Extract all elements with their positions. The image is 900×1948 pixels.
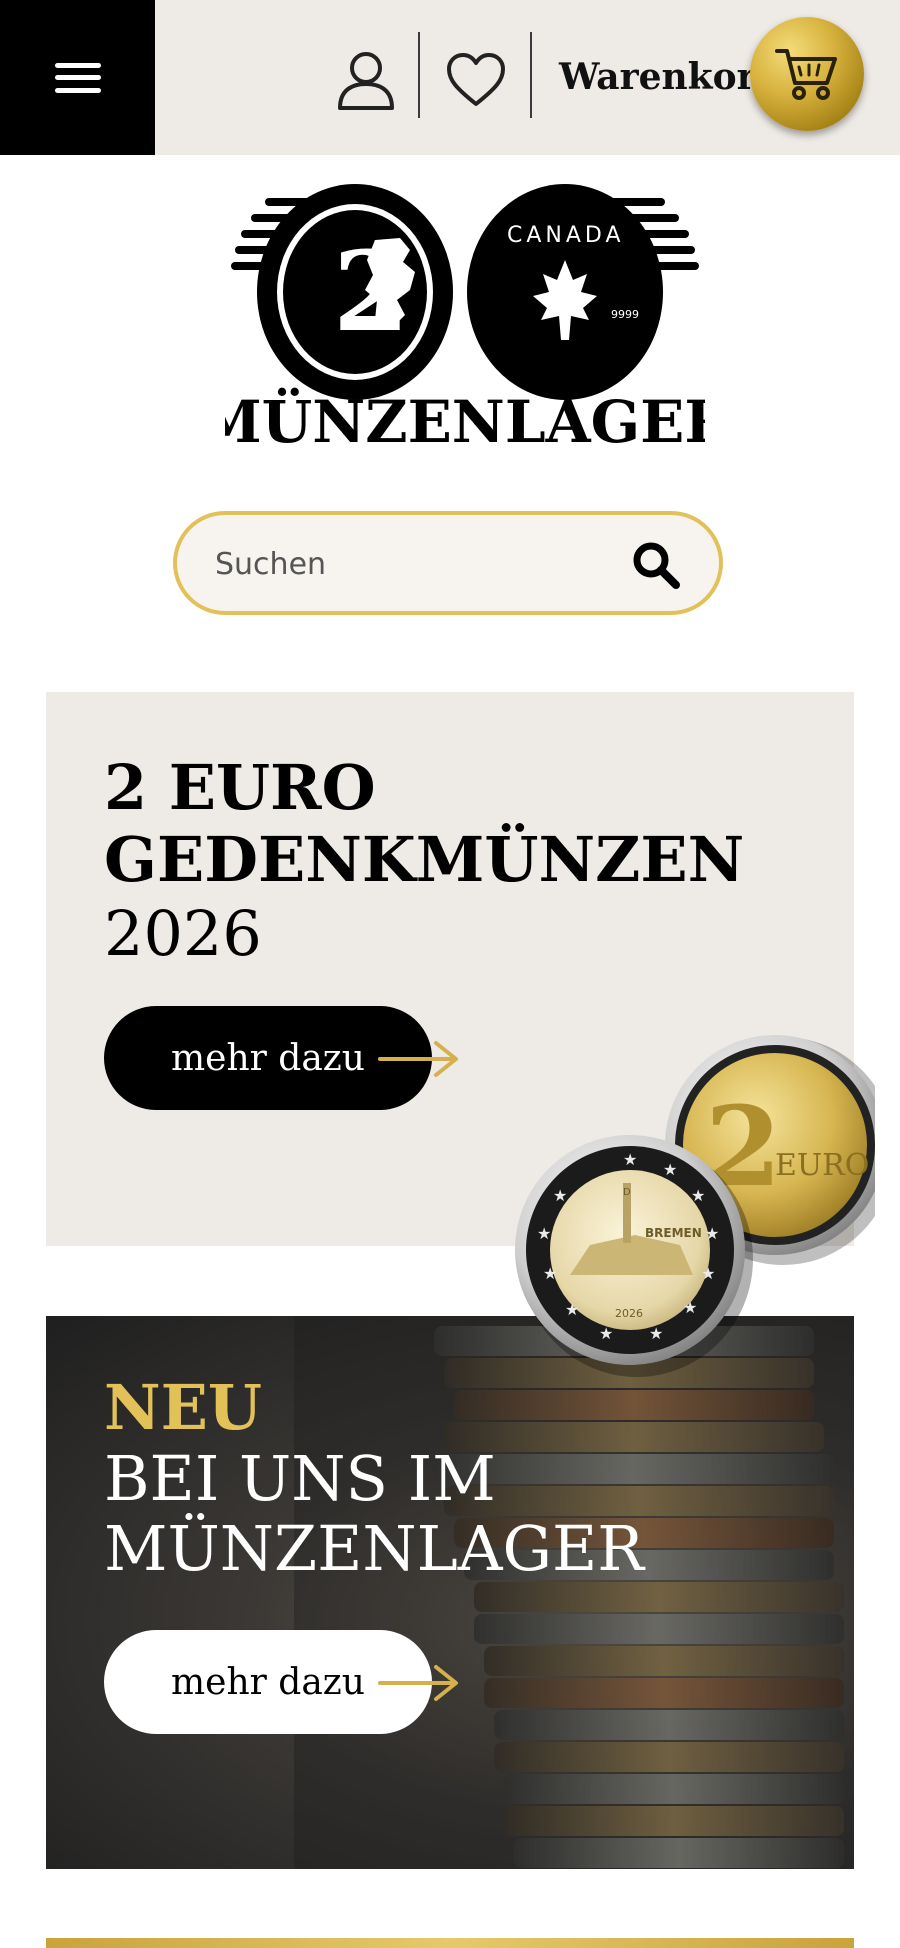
heart-icon[interactable] xyxy=(446,52,506,108)
site-header: Warenkorb xyxy=(0,0,900,155)
banner2-kicker: NEU xyxy=(104,1371,262,1444)
svg-text:★: ★ xyxy=(705,1224,719,1243)
svg-text:★: ★ xyxy=(565,1300,579,1319)
svg-text:★: ★ xyxy=(663,1160,677,1179)
arrow-right-icon xyxy=(378,1041,458,1077)
commemorative-coins-image: 2 EURO BREMEN 2026 D ★★★ ★★★ ★★★ ★★★ xyxy=(515,1035,875,1377)
cart-button[interactable] xyxy=(750,17,864,131)
svg-text:CANADA: CANADA xyxy=(507,223,625,248)
logo-right-coin xyxy=(467,184,699,400)
header-divider xyxy=(530,32,532,118)
banner1-title: 2 EURO GEDENKMÜNZEN xyxy=(104,751,745,896)
cart-icon xyxy=(775,49,837,100)
svg-text:★: ★ xyxy=(623,1150,637,1169)
cart-label[interactable]: Warenkorb xyxy=(559,52,781,102)
svg-text:BREMEN: BREMEN xyxy=(645,1226,702,1240)
svg-text:D: D xyxy=(623,1187,631,1198)
coin-stack-image xyxy=(294,1316,854,1869)
user-icon[interactable] xyxy=(336,50,396,112)
svg-text:★: ★ xyxy=(553,1186,567,1205)
search-icon[interactable] xyxy=(630,539,682,591)
banner2-title: BEI UNS IM MÜNZENLAGER xyxy=(104,1442,644,1585)
svg-text:9999: 9999 xyxy=(611,308,639,321)
svg-text:★: ★ xyxy=(599,1324,613,1343)
hamburger-icon xyxy=(54,62,101,93)
site-logo[interactable]: 2 CANADA 9999 MÜNZENLAGER xyxy=(225,180,705,450)
menu-button[interactable] xyxy=(0,0,155,155)
svg-text:★: ★ xyxy=(683,1298,697,1317)
svg-text:★: ★ xyxy=(701,1264,715,1283)
arrow-right-icon xyxy=(378,1665,458,1701)
svg-text:★: ★ xyxy=(691,1186,705,1205)
banner1-year: 2026 xyxy=(104,897,262,970)
search-input[interactable] xyxy=(213,537,607,591)
next-banner-edge xyxy=(46,1938,854,1948)
header-divider xyxy=(418,32,420,118)
logo-wordmark: MÜNZENLAGER xyxy=(225,387,705,450)
svg-text:EURO: EURO xyxy=(775,1148,869,1183)
svg-text:2026: 2026 xyxy=(615,1307,643,1320)
search-bar xyxy=(173,511,723,615)
svg-text:★: ★ xyxy=(543,1264,557,1283)
svg-text:★: ★ xyxy=(537,1224,551,1243)
svg-text:★: ★ xyxy=(649,1324,663,1343)
banner-neu[interactable]: NEU BEI UNS IM MÜNZENLAGER mehr dazu xyxy=(46,1316,854,1869)
